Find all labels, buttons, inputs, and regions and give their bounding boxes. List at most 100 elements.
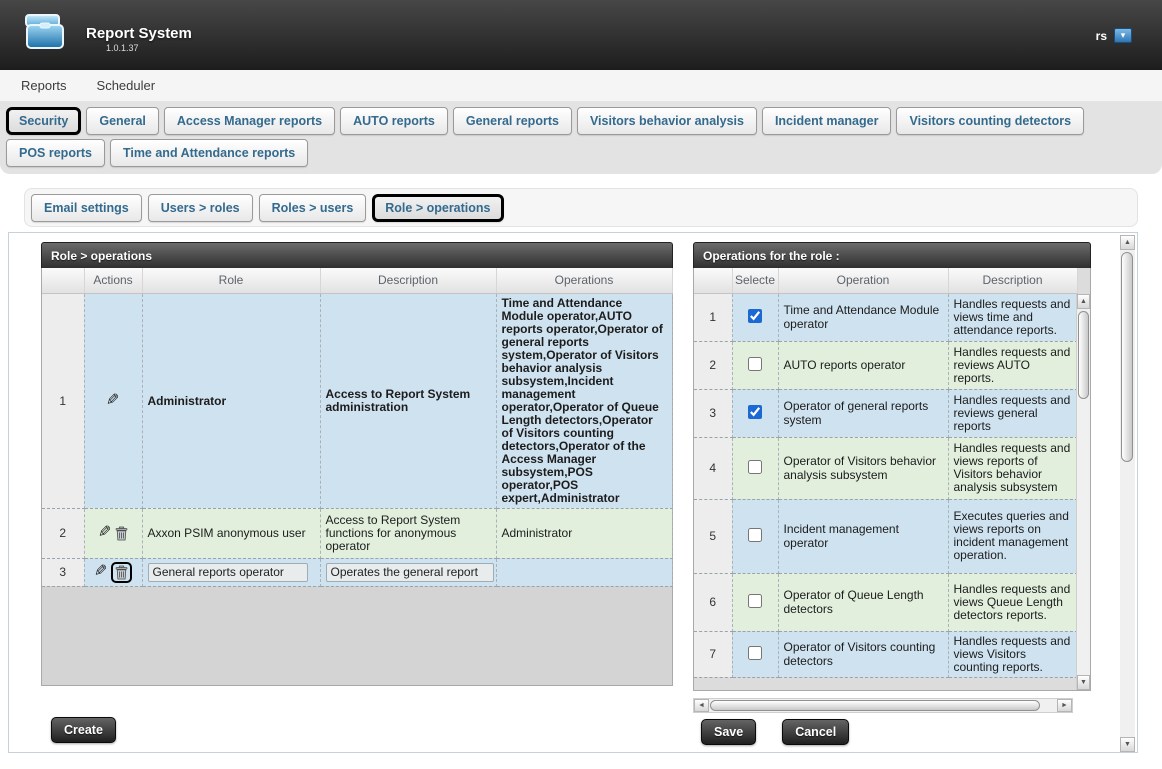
row-number: 2 (42, 508, 84, 558)
operation-checkbox[interactable] (748, 594, 762, 608)
triangle-down-icon: ▼ (1124, 741, 1131, 748)
col-op-description: Description (948, 268, 1077, 293)
scroll-up-button[interactable]: ▲ (1077, 294, 1090, 309)
edit-icon[interactable]: ✎ (106, 393, 119, 409)
selected-cell (732, 573, 778, 631)
page-vertical-scrollbar[interactable]: ▲ ▼ (1120, 235, 1135, 752)
tab-pos-reports[interactable]: POS reports (6, 139, 105, 167)
user-menu-button[interactable]: ▾ (1114, 28, 1132, 43)
col-actions: Actions (84, 268, 142, 293)
row-number: 3 (694, 389, 732, 437)
operations-table-header: Selecte Operation Description (694, 268, 1077, 293)
app-header: Report System 1.0.1.37 rs ▾ (0, 0, 1162, 70)
operation-checkbox[interactable] (748, 309, 762, 323)
tab-access-manager-reports[interactable]: Access Manager reports (164, 107, 335, 135)
tab-general[interactable]: General (86, 107, 159, 135)
right-panel-title: Operations for the role : (693, 242, 1091, 268)
delete-icon[interactable] (115, 526, 128, 541)
operation-name-cell: Operator of general reports system (778, 389, 948, 437)
role-operations-cell (496, 558, 672, 586)
menu-scheduler[interactable]: Scheduler (97, 78, 156, 93)
operation-name-cell: Operator of Visitors behavior analysis s… (778, 437, 948, 499)
scrollbar-thumb[interactable] (1078, 311, 1089, 399)
role-description-cell: Access to Report System functions for an… (320, 508, 496, 558)
operation-checkbox[interactable] (748, 528, 762, 542)
subtab-role-operations[interactable]: Role > operations (372, 194, 503, 222)
triangle-up-icon: ▲ (1080, 298, 1087, 305)
operation-row[interactable]: 2 AUTO reports operator Handles requests… (694, 341, 1077, 389)
edit-icon[interactable]: ✎ (98, 525, 111, 541)
tab-auto-reports[interactable]: AUTO reports (340, 107, 448, 135)
operation-checkbox[interactable] (748, 405, 762, 419)
operation-name-cell: Incident management operator (778, 499, 948, 573)
subtab-email-settings[interactable]: Email settings (31, 194, 142, 222)
scroll-down-button[interactable]: ▼ (1120, 737, 1135, 752)
left-panel-title: Role > operations (41, 242, 673, 268)
role-description-edit-cell (320, 558, 496, 586)
col-operations: Operations (496, 268, 672, 293)
operation-description-cell: Handles requests and views Queue Length … (948, 573, 1077, 631)
subtab-roles-users[interactable]: Roles > users (259, 194, 367, 222)
app-version: 1.0.1.37 (106, 43, 192, 53)
delete-icon-focused[interactable] (111, 562, 132, 583)
role-row-administrator[interactable]: 1 ✎ Administrator Access to Report Syste… (42, 293, 672, 508)
tab-time-and-attendance-reports[interactable]: Time and Attendance reports (110, 139, 308, 167)
operation-name-cell: Operator of Visitors counting detectors (778, 631, 948, 677)
operation-checkbox[interactable] (748, 357, 762, 371)
tab-visitors-behavior-analysis[interactable]: Visitors behavior analysis (577, 107, 757, 135)
role-row-anonymous-user[interactable]: 2 ✎ (42, 508, 672, 558)
operations-horizontal-scrollbar[interactable]: ◄ ► (693, 698, 1073, 713)
operation-checkbox[interactable] (748, 460, 762, 474)
scroll-up-button[interactable]: ▲ (1120, 235, 1135, 250)
selected-cell (732, 389, 778, 437)
operation-row[interactable]: 3 Operator of general reports system Han… (694, 389, 1077, 437)
role-name-edit-cell (142, 558, 320, 586)
menu-reports[interactable]: Reports (21, 78, 67, 93)
selected-cell (732, 499, 778, 573)
edit-icon[interactable]: ✎ (94, 564, 107, 580)
user-name: rs (1096, 29, 1107, 43)
tab-row-2: POS reports Time and Attendance reports (4, 139, 1158, 167)
row-number: 1 (42, 293, 84, 508)
operation-row[interactable]: 4 Operator of Visitors behavior analysis… (694, 437, 1077, 499)
operation-name-cell: AUTO reports operator (778, 341, 948, 389)
selected-cell (732, 341, 778, 389)
roles-table: Actions Role Description Operations 1 ✎ (41, 268, 673, 686)
role-name-input[interactable] (148, 563, 308, 582)
tab-security[interactable]: Security (6, 107, 81, 135)
tab-general-reports[interactable]: General reports (453, 107, 572, 135)
tab-visitors-counting-detectors[interactable]: Visitors counting detectors (896, 107, 1084, 135)
row-number: 6 (694, 573, 732, 631)
operation-row[interactable]: 5 Incident management operator Executes … (694, 499, 1077, 573)
role-name-cell: Axxon PSIM anonymous user (142, 508, 320, 558)
col-role: Role (142, 268, 320, 293)
menubar: Reports Scheduler (0, 70, 1162, 102)
right-panel-buttons: Save Cancel (693, 719, 1091, 745)
operation-row[interactable]: 1 Time and Attendance Module operator Ha… (694, 293, 1077, 341)
tab-incident-manager[interactable]: Incident manager (762, 107, 892, 135)
role-description-input[interactable] (326, 563, 494, 582)
scroll-left-button[interactable]: ◄ (694, 699, 709, 712)
operations-vertical-scrollbar[interactable]: ▲ ▼ (1076, 294, 1090, 690)
save-button[interactable]: Save (701, 719, 756, 745)
col-selected: Selecte (732, 268, 778, 293)
role-operations-panel: Role > operations Actions Role Descripti… (41, 242, 673, 743)
operation-checkbox[interactable] (748, 646, 762, 660)
scrollbar-thumb[interactable] (1121, 252, 1133, 462)
cancel-button[interactable]: Cancel (782, 719, 849, 745)
scrollbar-thumb[interactable] (710, 700, 1040, 711)
role-row-editing[interactable]: 3 ✎ (42, 558, 672, 586)
subtab-users-roles[interactable]: Users > roles (148, 194, 253, 222)
row-number: 4 (694, 437, 732, 499)
scroll-right-button[interactable]: ► (1057, 699, 1072, 712)
col-operation: Operation (778, 268, 948, 293)
selected-cell (732, 293, 778, 341)
scroll-down-button[interactable]: ▼ (1077, 675, 1090, 690)
operation-row[interactable]: 7 Operator of Visitors counting detector… (694, 631, 1077, 677)
operation-row[interactable]: 6 Operator of Queue Length detectors Han… (694, 573, 1077, 631)
operation-description-cell: Handles requests and reviews general rep… (948, 389, 1077, 437)
content-area: Role > operations Actions Role Descripti… (8, 232, 1138, 753)
caret-down-icon: ▾ (1121, 31, 1126, 40)
operation-name-cell: Operator of Queue Length detectors (778, 573, 948, 631)
create-button[interactable]: Create (51, 717, 116, 743)
